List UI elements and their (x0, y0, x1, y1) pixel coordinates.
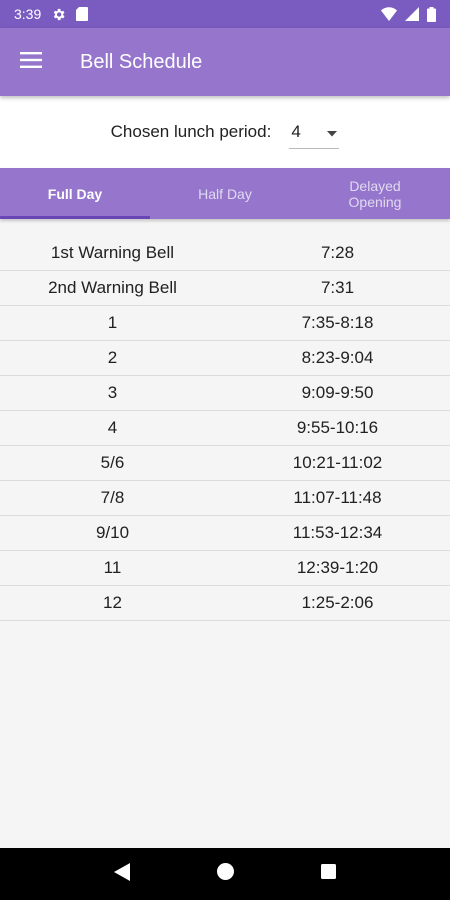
time-cell: 7:28 (320, 243, 355, 262)
menu-button[interactable] (0, 28, 62, 96)
menu-icon (20, 51, 42, 73)
home-icon[interactable] (216, 863, 234, 885)
tab-delayed-opening-label: Delayed Opening (348, 177, 402, 210)
time-cell: 11:07-11:48 (293, 488, 382, 507)
tab-full-day-label: Full Day (47, 185, 103, 202)
table-row: 5/6 10:21-11:02 (0, 446, 450, 481)
period-cell: 9/10 (95, 523, 130, 542)
time-cell: 7:35-8:18 (301, 313, 374, 332)
time-cell: 9:09-9:50 (301, 383, 374, 402)
back-icon[interactable] (113, 862, 130, 886)
sd-card-icon (76, 7, 89, 21)
table-row: 9/10 11:53-12:34 (0, 516, 450, 551)
period-cell: 1 (107, 313, 118, 332)
lunch-period-value: 4 (291, 121, 301, 141)
time-cell: 8:23-9:04 (301, 348, 374, 367)
status-time: 3:39 (14, 6, 42, 22)
tab-full-day[interactable]: Full Day (0, 168, 150, 219)
wifi-icon (381, 7, 397, 21)
navigation-bar (0, 848, 450, 900)
period-cell: 1st Warning Bell (50, 243, 175, 262)
lunch-period-dropdown[interactable]: 4 (289, 115, 340, 149)
period-cell: 2 (107, 348, 118, 367)
schedule-table: 1st Warning Bell 7:28 2nd Warning Bell 7:31… (0, 236, 450, 621)
period-cell: 3 (107, 383, 118, 402)
period-cell: 7/8 (100, 488, 125, 507)
time-cell: 1:25-2:06 (301, 593, 374, 612)
lunch-period-label: Chosen lunch period: (110, 122, 272, 141)
status-left: 3:39 (14, 6, 89, 22)
time-cell: 12:39-1:20 (296, 558, 379, 577)
table-row: 7/8 11:07-11:48 (0, 481, 450, 516)
period-cell: 12 (103, 593, 122, 612)
lunch-period-row: Chosen lunch period: 4 (0, 96, 450, 168)
table-row: 1 7:35-8:18 (0, 306, 450, 341)
status-bar: 3:39 (0, 0, 450, 28)
schedule-tabs: Full Day Half Day Delayed Opening (0, 168, 450, 219)
recents-icon[interactable] (321, 864, 337, 884)
tab-half-day[interactable]: Half Day (150, 168, 300, 219)
table-row: 4 9:55-10:16 (0, 411, 450, 446)
period-cell: 2nd Warning Bell (48, 278, 177, 297)
app-title: Bell Schedule (80, 50, 203, 73)
time-cell: 9:55-10:16 (296, 418, 379, 437)
table-row: 2nd Warning Bell 7:31 (0, 271, 450, 306)
tab-delayed-opening[interactable]: Delayed Opening (300, 168, 450, 219)
status-right (381, 6, 436, 22)
time-cell: 10:21-11:02 (292, 453, 383, 472)
dropdown-arrow-icon (327, 122, 339, 142)
app-bar: Bell Schedule (0, 28, 450, 96)
period-cell: 5/6 (100, 453, 125, 472)
time-cell: 11:53-12:34 (292, 523, 383, 542)
table-row: 12 1:25-2:06 (0, 586, 450, 621)
time-cell: 7:31 (320, 278, 355, 297)
table-row: 11 12:39-1:20 (0, 551, 450, 586)
signal-icon (405, 7, 419, 21)
table-row: 2 8:23-9:04 (0, 341, 450, 376)
tab-half-day-label: Half Day (198, 185, 252, 202)
battery-icon (427, 6, 436, 22)
table-row: 3 9:09-9:50 (0, 376, 450, 411)
table-row: 1st Warning Bell 7:28 (0, 236, 450, 271)
gear-icon (51, 7, 66, 22)
period-cell: 4 (107, 418, 118, 437)
period-cell: 11 (103, 558, 122, 577)
